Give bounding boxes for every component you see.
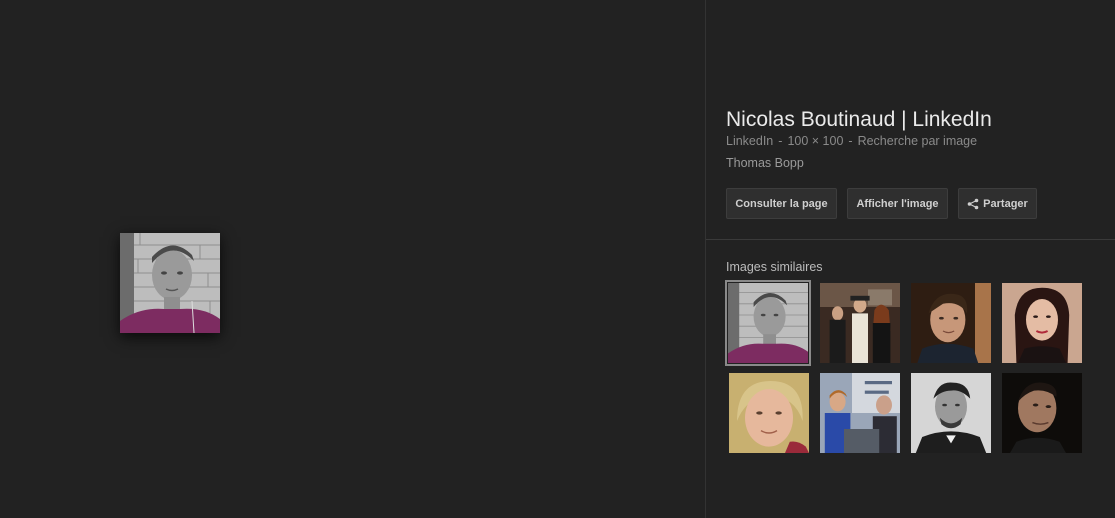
image-title-link[interactable]: Nicolas Boutinaud | LinkedIn [726,108,992,132]
similar-images-heading: Images similaires [726,260,823,274]
similar-image-thumbnail[interactable] [911,373,991,453]
similar-image-thumbnail[interactable] [729,373,809,453]
view-image-label: Afficher l'image [856,197,939,210]
meta-separator: - [848,134,853,148]
meta-size: 100 × 100 [787,134,844,148]
similar-image-thumbnail[interactable] [911,283,991,363]
similar-image-thumbnail[interactable] [1002,283,1082,363]
visit-page-button[interactable]: Consulter la page [726,188,837,219]
share-button[interactable]: Partager [958,188,1037,219]
main-image-profile-photo[interactable] [120,233,220,333]
image-owner: Thomas Bopp [726,156,804,170]
meta-search-by-image-link[interactable]: Recherche par image [858,134,978,148]
view-image-button[interactable]: Afficher l'image [847,188,948,219]
image-preview-area [0,0,705,518]
meta-source: LinkedIn [726,134,774,148]
similar-image-thumbnail[interactable] [820,283,900,363]
image-info-panel: Nicolas Boutinaud | LinkedIn LinkedIn -10… [706,0,1115,518]
share-icon [967,198,979,210]
similar-image-thumbnail[interactable] [725,280,811,366]
meta-separator: - [778,134,783,148]
section-divider [706,239,1115,240]
image-meta: LinkedIn -100 × 100- Recherche par image [726,134,977,148]
similar-image-thumbnail[interactable] [1002,373,1082,453]
similar-image-thumbnail[interactable] [820,373,900,453]
share-label: Partager [983,197,1028,210]
visit-page-label: Consulter la page [735,197,828,210]
